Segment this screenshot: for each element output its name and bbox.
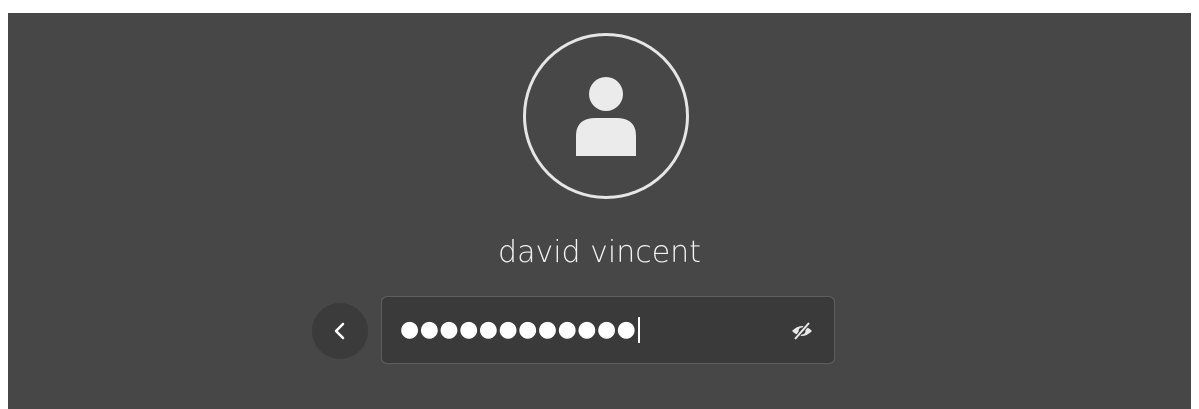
login-screen: david vincent ●●●●●●●●●●●● (8, 13, 1191, 409)
chevron-left-icon (334, 322, 345, 340)
password-masked-value: ●●●●●●●●●●●● (400, 317, 637, 342)
user-name: david vincent (498, 235, 701, 270)
password-value-container[interactable]: ●●●●●●●●●●●● (400, 313, 641, 347)
back-button[interactable] (312, 303, 368, 359)
eye-hidden-icon[interactable] (790, 319, 814, 343)
text-caret (638, 317, 641, 343)
user-avatar-icon (576, 77, 636, 156)
password-input[interactable]: ●●●●●●●●●●●● (381, 296, 835, 364)
user-avatar (523, 33, 689, 199)
